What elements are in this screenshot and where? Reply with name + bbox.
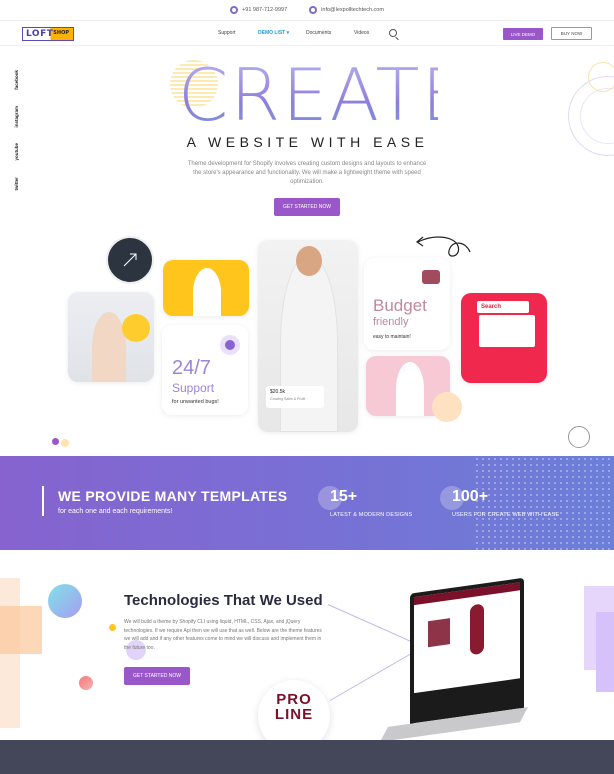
main-person-card: $20.5k Growing Sales & Profit (258, 240, 358, 432)
search-ui-card: Search (461, 293, 547, 383)
tech-title: Technologies That We Used (124, 592, 323, 609)
site-header: LOFT SHOP Support DEMO LIST ▾ Documents … (0, 20, 614, 46)
support-card: 24/7 Support for unwanted bugs! (162, 325, 248, 415)
stat-users: 100+ USERS FOR CREATE WEB WITH EASE (452, 488, 559, 518)
support-big-text: 24/7 (172, 357, 211, 379)
buy-now-button[interactable]: BUY NOW (551, 27, 592, 40)
search-icon[interactable] (389, 29, 397, 37)
budget-small-text: easy to maintain! (373, 334, 411, 340)
phone-text: +91 987-712-9997 (242, 7, 288, 13)
sales-stat-box: $20.5k Growing Sales & Profit (266, 386, 324, 408)
heart-eyes-emoji-icon (122, 314, 150, 342)
stat-value: $20.5k (270, 389, 286, 395)
stat-label: LATEST & MODERN DESIGNS (330, 512, 413, 518)
panel-preview (479, 315, 535, 347)
stat-label: USERS FOR CREATE WEB WITH EASE (452, 512, 560, 518)
social-youtube[interactable]: youtube (14, 143, 19, 161)
person-illustration (92, 312, 126, 382)
templates-band: WE PROVIDE MANY TEMPLATES for each one a… (0, 456, 614, 550)
nav-videos[interactable]: Videos (354, 30, 388, 36)
phone-contact[interactable]: +91 987-712-9997 (230, 6, 287, 14)
mail-icon (309, 6, 318, 14)
stat-designs: 15+ LATEST & MODERN DESIGNS (330, 488, 412, 518)
dot-decoration (52, 438, 59, 445)
email-text: info@lexpolltechtech.com (321, 7, 384, 13)
social-instagram[interactable]: instagram (14, 106, 19, 128)
ring-decoration-bottom (568, 426, 590, 448)
brand-text: PRO LINE (274, 691, 314, 723)
product-image (470, 603, 484, 656)
band-divider (42, 486, 44, 516)
budget-word: friendly (373, 316, 409, 328)
round-badge (106, 236, 154, 284)
office-woman-card (163, 260, 249, 316)
band-heading: WE PROVIDE MANY TEMPLATES (58, 488, 288, 504)
contact-bar: +91 987-712-9997 info@lexpolltechtech.co… (0, 0, 614, 20)
yellow-dot-decoration (109, 624, 116, 631)
ring-decoration-small (588, 62, 614, 92)
arrow-icon (123, 253, 137, 267)
nav-documents[interactable]: Documents (306, 30, 354, 36)
social-facebook[interactable]: facebook (14, 70, 19, 90)
support-word: Support (172, 381, 215, 395)
wallet-icon (422, 270, 440, 284)
social-links: facebook instagram youtube twitter (14, 70, 26, 206)
dark-footer-strip (0, 740, 614, 774)
live-demo-button[interactable]: LIVE DEMO (503, 28, 543, 40)
budget-card: Budget friendly easy to maintain! (364, 258, 450, 350)
budget-big-text: Budget (373, 296, 427, 315)
orange-block-decoration (0, 606, 42, 654)
person-illustration (193, 268, 221, 316)
phone-icon (230, 6, 239, 14)
stat-label: Growing Sales & Profit (270, 397, 306, 401)
clock-icon (220, 335, 240, 355)
screen-brand-block (428, 618, 450, 648)
band-subheading: for each one and each requirements! (58, 508, 173, 515)
hero-description: Theme development for Shopify involves c… (187, 161, 427, 185)
face-illustration (296, 246, 322, 276)
hero-subtitle: A WEBSITE WITH EASE (186, 134, 429, 150)
tech-description: We will build a theme by Shopify CLI usi… (124, 619, 322, 651)
search-preview: Search (477, 301, 529, 313)
laptop-woman-card (68, 292, 154, 382)
person-illustration (396, 362, 424, 416)
logo-sub: SHOP (53, 30, 69, 36)
screen-topbar (414, 582, 520, 606)
hero-title: CREATE (178, 53, 469, 137)
stat-number: 100+ (452, 488, 489, 505)
screen-content (414, 582, 520, 726)
nav-demo-list[interactable]: DEMO LIST ▾ (258, 30, 306, 36)
site-logo[interactable]: LOFT SHOP (22, 27, 74, 41)
get-started-button[interactable]: GET STARTED NOW (274, 198, 340, 216)
peach-dot-decoration (432, 392, 462, 422)
main-nav: Support DEMO LIST ▾ Documents Videos (218, 30, 388, 36)
laptop-mockup (379, 557, 530, 755)
red-circle-decoration (79, 676, 93, 690)
teal-circle-decoration (48, 584, 82, 618)
laptop-screen (410, 577, 524, 730)
email-contact[interactable]: info@lexpolltechtech.com (309, 6, 384, 14)
nav-support[interactable]: Support (218, 30, 258, 36)
logo-text: LOFT (26, 29, 54, 39)
tech-get-started-button[interactable]: GET STARTED NOW (124, 667, 190, 685)
stat-number: 15+ (330, 488, 358, 505)
social-twitter[interactable]: twitter (14, 177, 19, 191)
purple-block-decoration (596, 612, 614, 692)
landing-page: +91 987-712-9997 info@lexpolltechtech.co… (0, 0, 614, 774)
dot-decoration (61, 439, 69, 447)
support-small-text: for unwanted bugs! (172, 399, 219, 405)
